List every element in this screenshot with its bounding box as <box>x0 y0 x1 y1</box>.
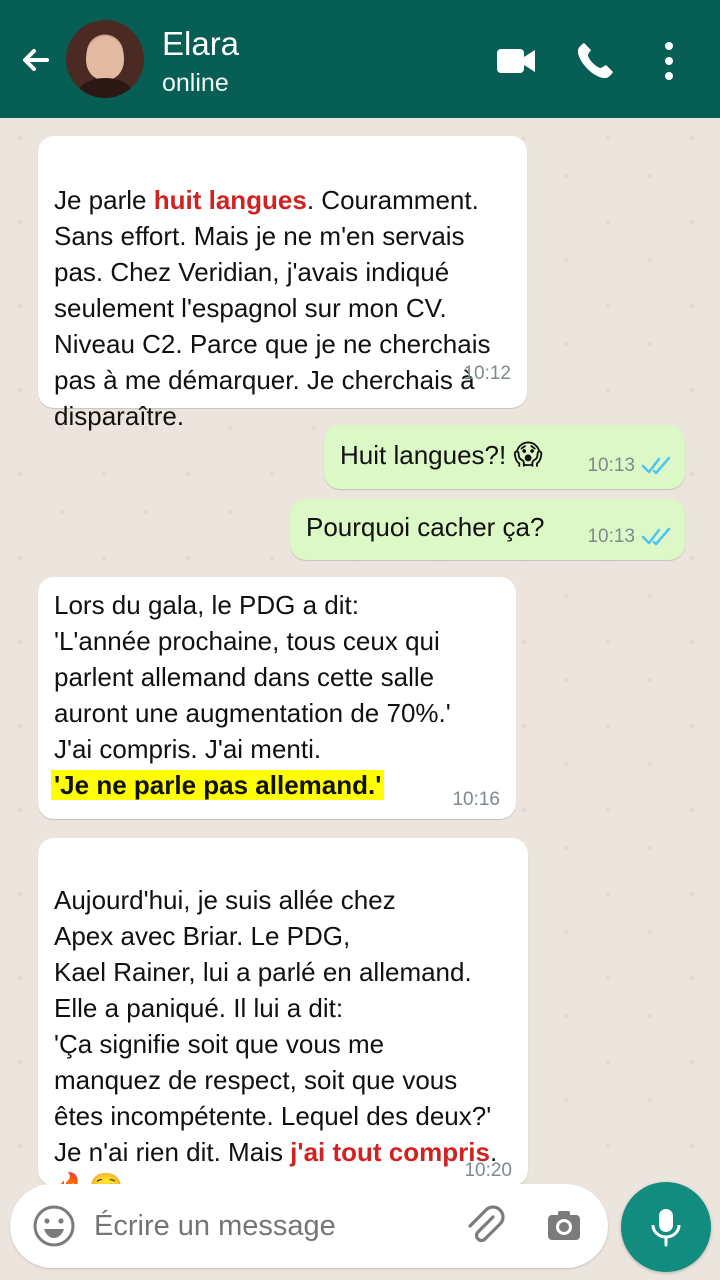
chat-header: Elara online <box>0 0 720 118</box>
message-bubble-outgoing[interactable]: Huit langues?! 😱 10:13 <box>324 425 685 489</box>
message-input[interactable] <box>94 1184 434 1268</box>
message-time: 10:13 <box>587 526 635 547</box>
contact-status: online <box>162 69 229 97</box>
camera-icon[interactable] <box>540 1202 588 1250</box>
emoji-icon[interactable] <box>30 1202 78 1250</box>
microphone-icon <box>651 1209 681 1247</box>
message-text: Aujourd'hui, je suis allée chez Apex ave… <box>54 846 524 1242</box>
message-composer[interactable] <box>10 1184 608 1268</box>
message-bubble-outgoing[interactable]: Pourquoi cacher ça? 10:13 <box>290 499 685 560</box>
message-text-segment: Huit langues?! <box>340 440 514 470</box>
contact-name[interactable]: Elara <box>162 24 239 64</box>
message-text-segment: Aujourd'hui, je suis allée chez Apex ave… <box>54 885 492 1167</box>
highlighted-text: j'ai tout compris <box>290 1137 490 1167</box>
avatar[interactable] <box>66 20 144 98</box>
message-text: Pourquoi cacher ça? <box>306 512 545 542</box>
highlighted-text: 'Je ne parle pas allemand.' <box>51 770 385 800</box>
message-time: 10:16 <box>452 789 500 810</box>
more-vertical-icon[interactable] <box>646 38 692 84</box>
message-text-segment: Je parle <box>54 185 154 215</box>
video-camera-icon[interactable] <box>493 38 539 84</box>
scream-emoji: 😱 <box>513 439 543 470</box>
message-list[interactable]: Je parle huit langues. Couramment. Sans … <box>0 118 720 1203</box>
phone-icon[interactable] <box>572 38 618 84</box>
double-check-icon <box>641 456 671 475</box>
message-time: 10:12 <box>463 363 511 384</box>
message-text: Huit langues?! 😱 <box>340 437 543 473</box>
microphone-button[interactable] <box>621 1182 711 1272</box>
arrow-left-icon[interactable] <box>16 40 56 80</box>
message-text-segment: . Couramment. Sans effort. Mais je ne m'… <box>54 185 491 431</box>
message-time: 10:20 <box>464 1160 512 1181</box>
message-time: 10:13 <box>587 455 635 476</box>
highlighted-message-text: 'Je ne parle pas allemand.' <box>51 767 385 803</box>
message-text: Lors du gala, le PDG a dit: 'L'année pro… <box>54 590 451 764</box>
message-bubble-incoming[interactable]: Je parle huit langues. Couramment. Sans … <box>38 136 527 431</box>
message-bubble-incoming[interactable]: Lors du gala, le PDG a dit: 'L'année pro… <box>38 577 516 819</box>
highlighted-text: huit langues <box>153 185 307 215</box>
double-check-icon <box>641 527 671 546</box>
paperclip-icon[interactable] <box>460 1202 508 1250</box>
message-bubble-incoming[interactable]: Aujourd'hui, je suis allée chez Apex ave… <box>38 838 528 1203</box>
message-text: Je parle huit langues. Couramment. Sans … <box>54 146 522 434</box>
